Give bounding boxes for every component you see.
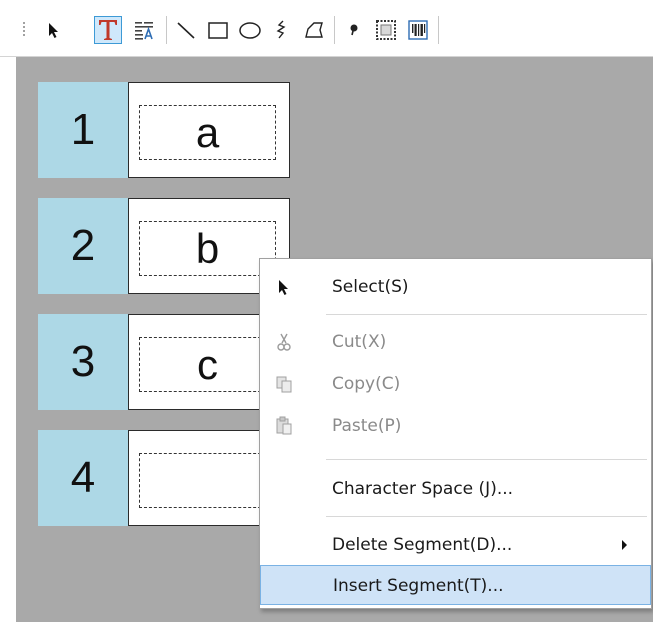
menu-separator <box>326 314 647 315</box>
ellipse-tool-button[interactable] <box>236 16 264 44</box>
context-menu: Select(S) Cut(X) Copy(C) Paste(P) Charac… <box>259 258 652 609</box>
polygon-tool-button[interactable] <box>300 16 328 44</box>
image-frame-tool-button[interactable] <box>372 16 400 44</box>
menu-item-label: Select(S) <box>332 277 409 297</box>
barcode-icon <box>408 20 428 40</box>
line-icon <box>177 22 195 39</box>
menu-item-character-space[interactable]: Character Space (J)... <box>260 469 651 507</box>
segment-number: 1 <box>38 82 128 178</box>
text-t-icon <box>99 20 117 40</box>
line-tool-button[interactable] <box>172 16 200 44</box>
segment-number: 4 <box>38 430 128 526</box>
toolbar <box>0 0 653 57</box>
segment-4[interactable]: 4 <box>38 430 290 526</box>
paste-icon <box>276 416 292 435</box>
pointer-icon <box>279 280 288 295</box>
polygon-icon <box>305 22 323 38</box>
menu-item-insert-segment[interactable]: Insert Segment(T)... <box>260 565 651 605</box>
menu-item-label: Delete Segment(D)... <box>332 535 513 555</box>
dot-icon <box>350 24 358 36</box>
menu-item-label: Cut(X) <box>332 332 387 352</box>
freehand-tool-button[interactable] <box>268 16 296 44</box>
menu-item-delete-segment[interactable]: Delete Segment(D)... <box>260 525 651 563</box>
text-block-tool-button[interactable] <box>130 16 158 44</box>
menu-item-select[interactable]: Select(S) <box>260 269 651 305</box>
pointer-icon <box>49 23 58 38</box>
barcode-tool-button[interactable] <box>404 16 432 44</box>
menu-separator <box>326 459 647 460</box>
image-frame-icon <box>376 20 396 40</box>
segment-number: 3 <box>38 314 128 410</box>
menu-separator <box>326 516 647 517</box>
menu-item-cut[interactable]: Cut(X) <box>260 325 651 359</box>
segment-text-field[interactable] <box>139 453 276 508</box>
scissors-icon <box>277 333 291 351</box>
menu-item-label: Character Space (J)... <box>332 479 514 499</box>
segment-3[interactable]: 3 c <box>38 314 290 410</box>
ellipse-icon <box>239 22 261 39</box>
segment-text-field[interactable]: a <box>139 105 276 160</box>
toolbar-separator <box>334 16 335 44</box>
toolbar-separator <box>166 16 167 44</box>
copy-icon <box>276 376 292 393</box>
segment-1[interactable]: 1 a <box>38 82 290 178</box>
freehand-icon <box>276 20 286 39</box>
text-block-icon <box>135 22 153 40</box>
toolbar-separator <box>438 16 439 44</box>
dot-tool-button[interactable] <box>340 16 368 44</box>
menu-item-label: Paste(P) <box>332 416 402 436</box>
rectangle-icon <box>208 22 228 39</box>
toolbar-grip[interactable] <box>22 21 26 37</box>
menu-item-label: Insert Segment(T)... <box>333 576 504 596</box>
segment-number: 2 <box>38 198 128 294</box>
menu-item-paste[interactable]: Paste(P) <box>260 409 651 443</box>
segment-text-field[interactable]: b <box>139 221 276 276</box>
menu-item-label: Copy(C) <box>332 374 401 394</box>
select-tool-button[interactable] <box>40 16 68 44</box>
rectangle-tool-button[interactable] <box>204 16 232 44</box>
text-tool-button[interactable] <box>94 16 122 44</box>
segment-text-box[interactable]: a <box>128 82 290 178</box>
menu-item-copy[interactable]: Copy(C) <box>260 367 651 401</box>
submenu-arrow-icon <box>622 540 627 550</box>
segment-2[interactable]: 2 b <box>38 198 290 294</box>
segment-text-field[interactable]: c <box>139 337 276 392</box>
